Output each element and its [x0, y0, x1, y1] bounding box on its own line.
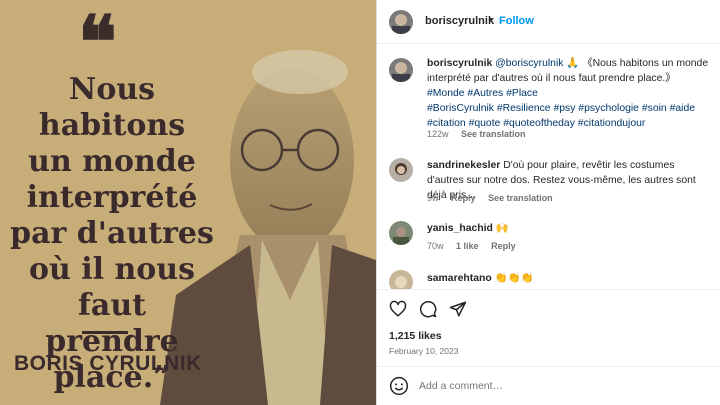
post-date: February 10, 2023 — [389, 346, 459, 356]
comment-item: samarehtano 👏👏👏 — [377, 270, 720, 289]
avatar-image — [389, 221, 413, 245]
header-separator: • — [489, 14, 493, 26]
comment-text: 👏👏👏 — [494, 273, 534, 284]
avatar-image — [389, 58, 413, 82]
add-comment-bar — [377, 366, 720, 405]
quote-text: Nous habitons un monde interprété par d'… — [10, 72, 214, 395]
emoji-icon[interactable] — [389, 376, 409, 396]
caption-body: boriscyrulnik @boriscyrulnik 🙏 《Nous hab… — [427, 56, 712, 131]
comment-input[interactable] — [419, 380, 699, 392]
comment-time[interactable]: 9w — [427, 193, 439, 203]
avatar[interactable] — [389, 158, 413, 182]
quote-mark: ❝ — [78, 0, 117, 84]
caption-meta: 122w See translation — [427, 129, 536, 139]
follow-button[interactable]: Follow — [499, 15, 534, 27]
avatar[interactable] — [389, 58, 413, 82]
post-header: boriscyrulnik • Follow — [377, 0, 720, 44]
reply-button[interactable]: Reply — [491, 241, 516, 251]
avatar-image — [389, 158, 413, 182]
caption-time[interactable]: 122w — [427, 129, 449, 139]
avatar[interactable] — [389, 10, 413, 34]
reply-button[interactable]: Reply — [451, 193, 476, 203]
comment-username[interactable]: samarehtano — [427, 273, 492, 284]
header-username[interactable]: boriscyrulnik — [425, 15, 494, 27]
comment-username[interactable]: yanis_hachid — [427, 223, 493, 234]
caption-hashtags-2[interactable]: #BorisCyrulnik #Resilience #psy #psychol… — [427, 103, 695, 114]
avatar-image — [389, 270, 413, 289]
caption-mention[interactable]: @boriscyrulnik — [495, 58, 563, 69]
comment-icon[interactable] — [419, 300, 437, 318]
comment-body: yanis_hachid 🙌 — [427, 221, 712, 236]
comment-body: samarehtano 👏👏👏 — [427, 271, 712, 286]
avatar-image — [389, 10, 413, 34]
comment-likes[interactable]: 1 like — [456, 241, 479, 251]
heart-icon[interactable] — [389, 300, 407, 318]
avatar[interactable] — [389, 221, 413, 245]
comment-meta: 9w Reply See translation — [427, 193, 563, 203]
post-actions — [377, 289, 720, 325]
avatar[interactable] — [389, 270, 413, 289]
comment-time[interactable]: 70w — [427, 241, 444, 251]
caption-hashtags-3[interactable]: #citation #quote #quoteoftheday #citatio… — [427, 118, 645, 129]
likes-count[interactable]: 1,215 likes — [389, 330, 442, 342]
quote-author: BORIS CYRULNIK — [14, 352, 202, 375]
comment-meta: 70w 1 like Reply — [427, 241, 526, 251]
caption-hashtags-1[interactable]: #Monde #Autres #Place — [427, 88, 538, 99]
post-image[interactable]: ❝ Nous habitons un monde interprété par … — [0, 0, 376, 405]
share-icon[interactable] — [449, 300, 467, 318]
see-translation-button[interactable]: See translation — [461, 129, 526, 139]
see-translation-button[interactable]: See translation — [488, 193, 553, 203]
comment-text: 🙌 — [495, 223, 509, 234]
comment-username[interactable]: sandrinekesler — [427, 160, 500, 171]
quote-divider — [82, 331, 128, 334]
caption-username[interactable]: boriscyrulnik — [427, 58, 492, 69]
post-panel: boriscyrulnik • Follow boriscyrulnik @bo… — [377, 0, 720, 405]
caption-emoji: 🙏 — [566, 58, 580, 69]
